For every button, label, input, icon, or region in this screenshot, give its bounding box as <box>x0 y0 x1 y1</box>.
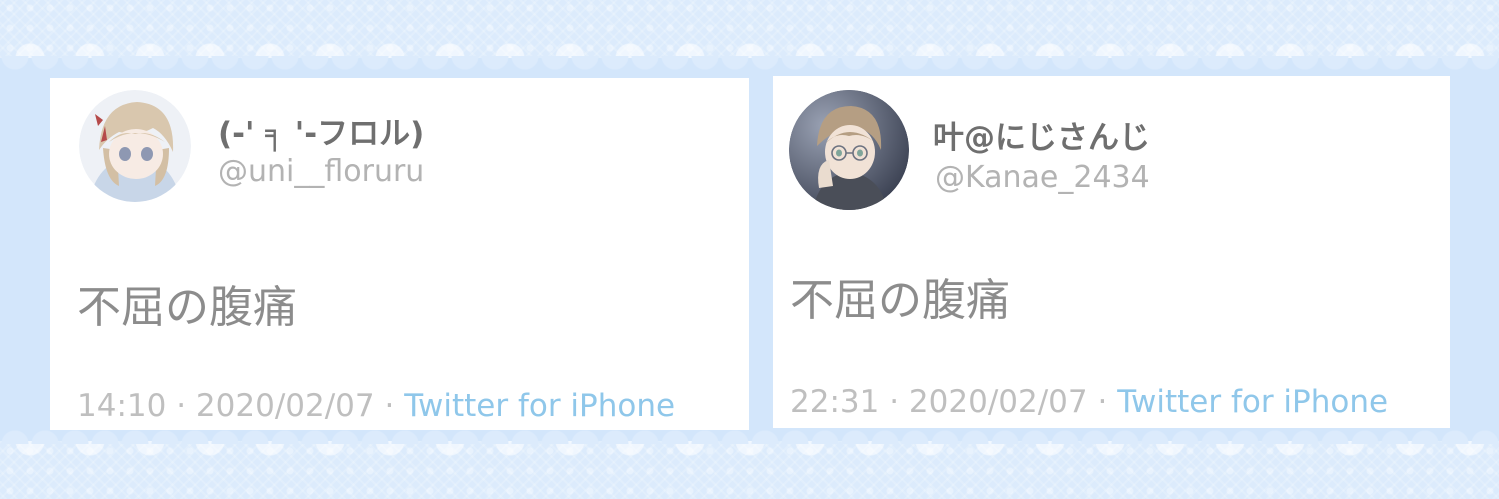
meta-separator: · <box>176 388 187 424</box>
tweet-meta: 14:10 · 2020/02/07 · Twitter for iPhone <box>77 388 675 424</box>
lace-edge-top <box>0 56 1499 70</box>
lace-border-top <box>0 0 1499 58</box>
avatar[interactable] <box>789 90 909 210</box>
tweet-source-link[interactable]: Twitter for iPhone <box>1117 384 1388 420</box>
tweet-card-floruru[interactable]: (-' ╕ '-フロル) @uni__floruru 不屈の腹痛 14:10 ·… <box>50 78 749 430</box>
display-name[interactable]: (-' ╕ '-フロル) <box>218 108 424 153</box>
display-name[interactable]: 叶@にじさんじ <box>933 112 1150 157</box>
user-handle[interactable]: @Kanae_2434 <box>935 160 1150 195</box>
avatar[interactable] <box>79 90 191 202</box>
meta-separator: · <box>889 384 900 420</box>
avatar-illustration-icon <box>79 90 191 202</box>
tweet-card-kanae[interactable]: 叶@にじさんじ @Kanae_2434 不屈の腹痛 22:31 · 2020/0… <box>773 76 1450 428</box>
avatar-illustration-icon <box>789 90 909 210</box>
tweet-time[interactable]: 22:31 <box>790 384 879 420</box>
tweet-date[interactable]: 2020/02/07 <box>196 388 375 424</box>
lace-edge-bottom <box>0 430 1499 444</box>
tweet-date[interactable]: 2020/02/07 <box>909 384 1088 420</box>
user-handle[interactable]: @uni__floruru <box>218 154 424 189</box>
tweet-time[interactable]: 14:10 <box>77 388 166 424</box>
meta-separator: · <box>384 388 395 424</box>
tweet-meta: 22:31 · 2020/02/07 · Twitter for iPhone <box>790 384 1388 420</box>
lace-border-bottom <box>0 441 1499 499</box>
tweet-source-link[interactable]: Twitter for iPhone <box>404 388 675 424</box>
meta-separator: · <box>1097 384 1108 420</box>
tweet-text: 不屈の腹痛 <box>77 282 297 333</box>
tweet-text: 不屈の腹痛 <box>790 275 1010 326</box>
